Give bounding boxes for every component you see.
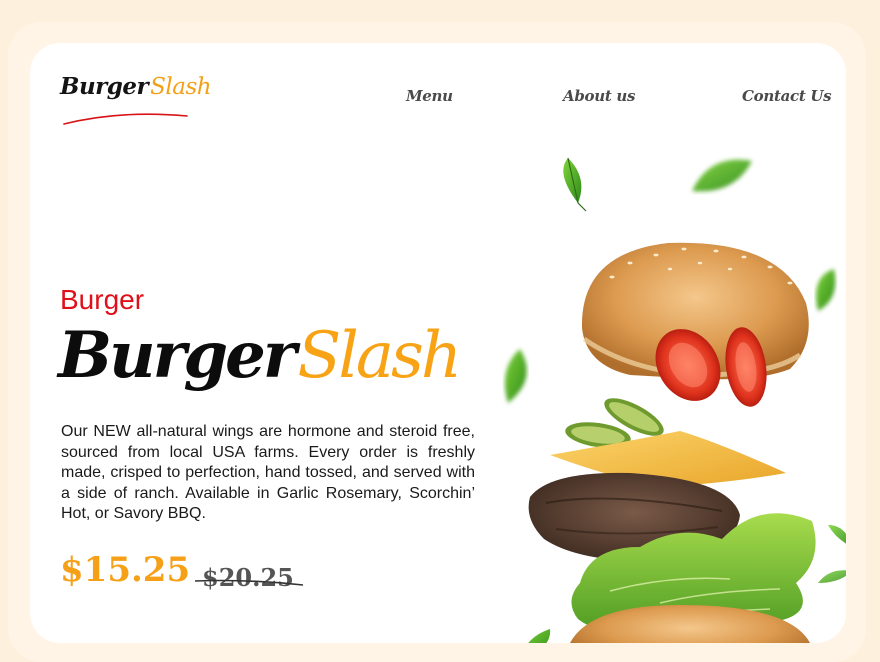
hero-title: BurgerSlash: [58, 318, 463, 393]
nav-about-us[interactable]: About us: [563, 87, 635, 105]
hero-description: Our NEW all-natural wings are hormone an…: [61, 423, 475, 522]
logo-underline: [63, 113, 188, 125]
current-price: $15.25: [60, 550, 191, 590]
hero-title-part2: Slash: [297, 319, 463, 393]
logo[interactable]: BurgerSlash: [60, 73, 212, 100]
hero-eyebrow: Burger: [60, 284, 145, 315]
hero-title-part1: Burger: [58, 318, 297, 393]
leaf-icon: [563, 157, 587, 212]
landing-card: BurgerSlash Menu About us Contact Us Bur…: [30, 43, 846, 643]
old-price-strike: [194, 579, 304, 586]
nav-contact-us[interactable]: Contact Us: [742, 87, 832, 105]
logo-part2: Slash: [150, 74, 212, 100]
burger-illustration: [504, 157, 846, 643]
nav-menu[interactable]: Menu: [406, 87, 453, 105]
logo-part1: Burger: [60, 73, 149, 100]
